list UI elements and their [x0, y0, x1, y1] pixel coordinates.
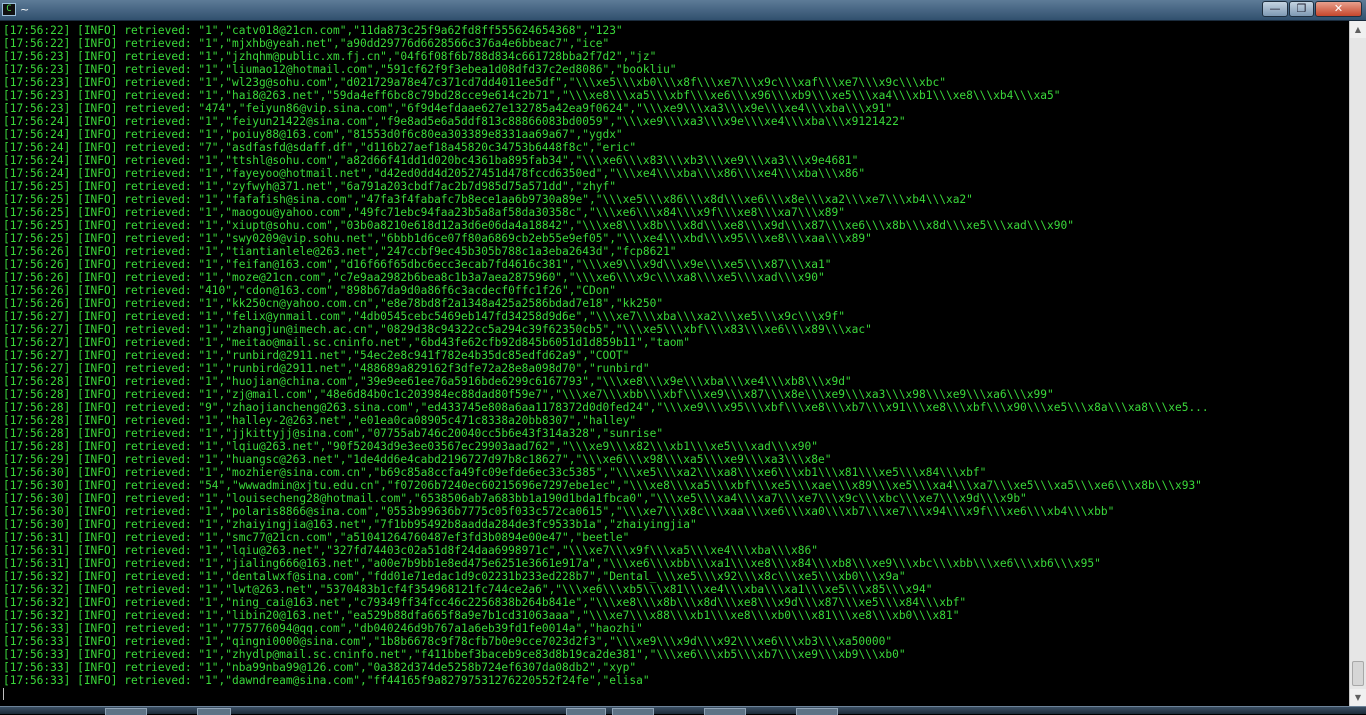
- log-line: [17:56:25] [INFO] retrieved: "1","fafafi…: [3, 193, 973, 206]
- log-line: [17:56:24] [INFO] retrieved: "7","asdfas…: [3, 141, 637, 154]
- taskbar: [0, 706, 1366, 715]
- log-line: [17:56:31] [INFO] retrieved: "1","smc77@…: [3, 531, 630, 544]
- log-line: [17:56:26] [INFO] retrieved: "1","moze@2…: [3, 271, 825, 284]
- log-line: [17:56:32] [INFO] retrieved: "1","ning_c…: [3, 596, 967, 609]
- terminal-icon[interactable]: C: [2, 3, 16, 16]
- log-line: [17:56:27] [INFO] retrieved: "1","meitao…: [3, 336, 691, 349]
- log-line: [17:56:28] [INFO] retrieved: "1","lqiu@2…: [3, 440, 818, 453]
- log-line: [17:56:28] [INFO] retrieved: "9","zhaoji…: [3, 401, 1209, 414]
- window-title: ~: [20, 3, 30, 16]
- log-line: [17:56:31] [INFO] retrieved: "1","lqiu@2…: [3, 544, 818, 557]
- scroll-down-icon[interactable]: ▼: [1350, 689, 1366, 706]
- log-line: [17:56:33] [INFO] retrieved: "1","dawndr…: [3, 674, 650, 687]
- log-line: [17:56:33] [INFO] retrieved: "1","nba99n…: [3, 661, 637, 674]
- scroll-up-icon[interactable]: ▲: [1350, 21, 1366, 38]
- log-line: [17:56:23] [INFO] retrieved: "1","wl23g@…: [3, 76, 946, 89]
- title-bar[interactable]: C ~ — ❐ ✕: [0, 0, 1366, 21]
- log-line: [17:56:27] [INFO] retrieved: "1","runbir…: [3, 362, 650, 375]
- log-line: [17:56:23] [INFO] retrieved: "1","hai8@2…: [3, 89, 1061, 102]
- log-line: [17:56:29] [INFO] retrieved: "1","huangs…: [3, 453, 832, 466]
- log-line: [17:56:33] [INFO] retrieved: "1","775776…: [3, 622, 643, 635]
- log-line: [17:56:30] [INFO] retrieved: "1","mozhie…: [3, 466, 987, 479]
- log-line: [17:56:31] [INFO] retrieved: "1","jialin…: [3, 557, 1101, 570]
- console-output[interactable]: [17:56:22] [INFO] retrieved: "1","catv01…: [0, 21, 1349, 706]
- log-line: [17:56:24] [INFO] retrieved: "1","ttshl@…: [3, 154, 859, 167]
- log-line: [17:56:28] [INFO] retrieved: "1","halley…: [3, 414, 637, 427]
- log-line: [17:56:26] [INFO] retrieved: "410","cdon…: [3, 284, 616, 297]
- log-line: [17:56:32] [INFO] retrieved: "1","libin2…: [3, 609, 960, 622]
- log-line: [17:56:22] [INFO] retrieved: "1","mjxhb@…: [3, 37, 610, 50]
- log-line: [17:56:22] [INFO] retrieved: "1","catv01…: [3, 24, 623, 37]
- log-line: [17:56:24] [INFO] retrieved: "1","feiyun…: [3, 115, 906, 128]
- log-line: [17:56:30] [INFO] retrieved: "1","zhaiyi…: [3, 518, 697, 531]
- log-line: [17:56:26] [INFO] retrieved: "1","feifan…: [3, 258, 832, 271]
- log-line: [17:56:28] [INFO] retrieved: "1","huojia…: [3, 375, 852, 388]
- maximize-button[interactable]: ❐: [1289, 1, 1314, 17]
- log-line: [17:56:28] [INFO] retrieved: "1","zj@mai…: [3, 388, 1054, 401]
- log-line: [17:56:30] [INFO] retrieved: "54","wwwad…: [3, 479, 1202, 492]
- log-line: [17:56:33] [INFO] retrieved: "1","qingni…: [3, 635, 893, 648]
- log-line: [17:56:27] [INFO] retrieved: "1","zhangj…: [3, 323, 872, 336]
- log-line: [17:56:26] [INFO] retrieved: "1","tianti…: [3, 245, 677, 258]
- vertical-scrollbar[interactable]: ▲ ▼: [1349, 21, 1366, 706]
- log-line: [17:56:28] [INFO] retrieved: "1","jjkitt…: [3, 427, 664, 440]
- log-line: [17:56:32] [INFO] retrieved: "1","dental…: [3, 570, 906, 583]
- log-line: [17:56:23] [INFO] retrieved: "474","feiy…: [3, 102, 893, 115]
- log-line: [17:56:33] [INFO] retrieved: "1","zhydlp…: [3, 648, 906, 661]
- scrollbar-thumb[interactable]: [1352, 661, 1364, 686]
- terminal-window: C ~ — ❐ ✕ [17:56:22] [INFO] retrieved: "…: [0, 0, 1366, 715]
- close-button[interactable]: ✕: [1315, 1, 1362, 17]
- log-line: [17:56:32] [INFO] retrieved: "1","lwt@26…: [3, 583, 933, 596]
- log-line: [17:56:27] [INFO] retrieved: "1","runbir…: [3, 349, 630, 362]
- log-line: [17:56:23] [INFO] retrieved: "1","liumao…: [3, 63, 677, 76]
- log-line: [17:56:24] [INFO] retrieved: "1","fayeyo…: [3, 167, 866, 180]
- log-line: [17:56:27] [INFO] retrieved: "1","felix@…: [3, 310, 845, 323]
- log-line: [17:56:30] [INFO] retrieved: "1","louise…: [3, 492, 1027, 505]
- log-line: [17:56:25] [INFO] retrieved: "1","xiupt@…: [3, 219, 1074, 232]
- log-line: [17:56:23] [INFO] retrieved: "1","jzhqhm…: [3, 50, 657, 63]
- minimize-button[interactable]: —: [1262, 1, 1288, 17]
- log-line: [17:56:25] [INFO] retrieved: "1","maogou…: [3, 206, 845, 219]
- log-line: [17:56:25] [INFO] retrieved: "1","swy020…: [3, 232, 872, 245]
- log-line: [17:56:25] [INFO] retrieved: "1","zyfwyh…: [3, 180, 616, 193]
- log-line: [17:56:30] [INFO] retrieved: "1","polari…: [3, 505, 1115, 518]
- text-cursor: [3, 688, 4, 700]
- log-line: [17:56:24] [INFO] retrieved: "1","poiuy8…: [3, 128, 623, 141]
- log-line: [17:56:26] [INFO] retrieved: "1","kk250c…: [3, 297, 664, 310]
